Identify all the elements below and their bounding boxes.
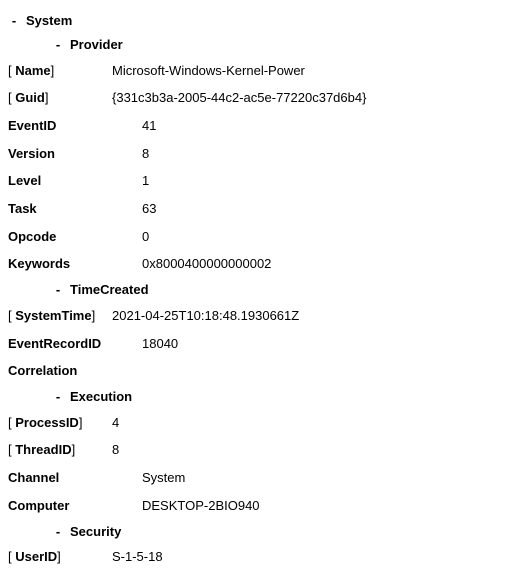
node-system: - System <box>8 11 508 32</box>
label-eventrecordid: EventRecordID <box>8 332 138 357</box>
toggle-icon[interactable]: - <box>8 11 20 32</box>
attr-label: [ UserID] <box>8 545 108 570</box>
label-provider: Provider <box>70 35 190 56</box>
attr-execution-processid: [ ProcessID] 4 <box>8 411 508 436</box>
toggle-icon[interactable]: - <box>52 280 64 301</box>
node-security: - Security <box>52 522 508 543</box>
node-channel: Channel System <box>8 466 508 491</box>
attr-timecreated-systemtime: [ SystemTime] 2021-04-25T10:18:48.193066… <box>8 304 508 329</box>
node-computer: Computer DESKTOP-2BIO940 <box>8 494 508 519</box>
toggle-icon[interactable]: - <box>52 35 64 56</box>
node-task: Task 63 <box>8 197 508 222</box>
label-keywords: Keywords <box>8 252 138 277</box>
value-keywords: 0x8000400000000002 <box>142 252 508 277</box>
attr-provider-guid: [ Guid] {331c3b3a-2005-44c2-ac5e-77220c3… <box>8 86 508 111</box>
node-eventid: EventID 41 <box>8 114 508 139</box>
label-correlation: Correlation <box>8 359 138 384</box>
label-security: Security <box>70 522 190 543</box>
label-version: Version <box>8 142 138 167</box>
attr-label: [ Guid] <box>8 86 108 111</box>
attr-value: Microsoft-Windows-Kernel-Power <box>112 59 508 84</box>
node-provider: - Provider <box>52 35 508 56</box>
attr-label: [ SystemTime] <box>8 304 108 329</box>
attr-value: S-1-5-18 <box>112 545 508 570</box>
attr-label: [ ProcessID] <box>8 411 108 436</box>
node-keywords: Keywords 0x8000400000000002 <box>8 252 508 277</box>
attr-security-userid: [ UserID] S-1-5-18 <box>8 545 508 570</box>
label-execution: Execution <box>70 387 190 408</box>
node-version: Version 8 <box>8 142 508 167</box>
label-eventid: EventID <box>8 114 138 139</box>
node-eventrecordid: EventRecordID 18040 <box>8 332 508 357</box>
label-channel: Channel <box>8 466 138 491</box>
value-version: 8 <box>142 142 508 167</box>
attr-value: 8 <box>112 438 508 463</box>
attr-execution-threadid: [ ThreadID] 8 <box>8 438 508 463</box>
label-computer: Computer <box>8 494 138 519</box>
value-task: 63 <box>142 197 508 222</box>
attr-value: 4 <box>112 411 508 436</box>
attr-value: 2021-04-25T10:18:48.1930661Z <box>112 304 508 329</box>
attr-provider-name: [ Name] Microsoft-Windows-Kernel-Power <box>8 59 508 84</box>
toggle-icon[interactable]: - <box>52 387 64 408</box>
label-timecreated: TimeCreated <box>70 280 190 301</box>
node-level: Level 1 <box>8 169 508 194</box>
value-computer: DESKTOP-2BIO940 <box>142 494 508 519</box>
node-correlation: Correlation <box>8 359 508 384</box>
node-execution: - Execution <box>52 387 508 408</box>
label-system: System <box>26 11 146 32</box>
node-opcode: Opcode 0 <box>8 225 508 250</box>
value-level: 1 <box>142 169 508 194</box>
node-timecreated: - TimeCreated <box>52 280 508 301</box>
label-level: Level <box>8 169 138 194</box>
attr-label: [ Name] <box>8 59 108 84</box>
attr-label: [ ThreadID] <box>8 438 108 463</box>
value-channel: System <box>142 466 508 491</box>
value-opcode: 0 <box>142 225 508 250</box>
value-eventid: 41 <box>142 114 508 139</box>
toggle-icon[interactable]: - <box>52 522 64 543</box>
value-eventrecordid: 18040 <box>142 332 508 357</box>
attr-value: {331c3b3a-2005-44c2-ac5e-77220c37d6b4} <box>112 86 508 111</box>
label-task: Task <box>8 197 138 222</box>
label-opcode: Opcode <box>8 225 138 250</box>
